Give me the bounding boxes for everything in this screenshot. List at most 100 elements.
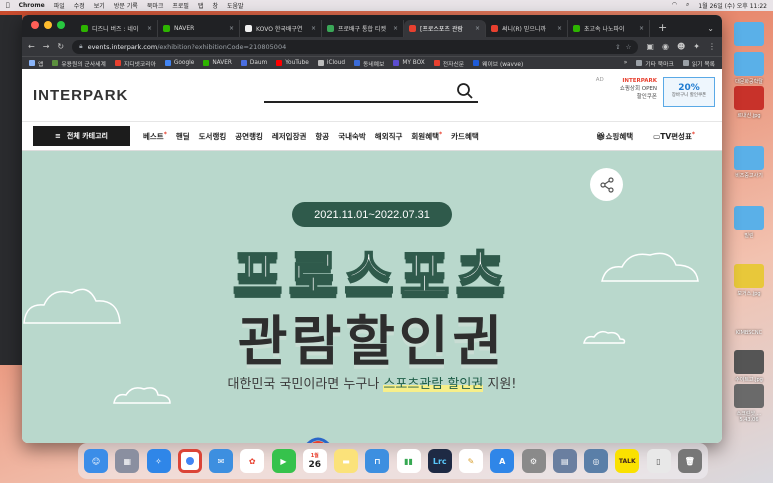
desktop-item[interactable]: 비즈중고사기: [727, 146, 771, 179]
nav-item[interactable]: 도서랭킹: [199, 131, 227, 142]
wifi-icon[interactable]: ◠: [672, 1, 677, 10]
bookmark-other-folder[interactable]: 기타 북마크: [636, 59, 674, 68]
keynote-icon[interactable]: ⊓: [365, 449, 390, 473]
reload-icon[interactable]: ↻: [57, 42, 64, 51]
facetime-icon[interactable]: ▶: [271, 449, 296, 473]
close-tab-icon[interactable]: ×: [147, 25, 152, 32]
tab-search-icon[interactable]: ⌄: [699, 24, 722, 37]
numbers-icon[interactable]: ▮▮: [396, 449, 421, 473]
bookmark-item[interactable]: NAVER: [203, 59, 232, 68]
browser-tab[interactable]: KOVO 한국배구연 ×: [240, 20, 322, 37]
bookmark-item[interactable]: Daum: [240, 59, 267, 68]
menu-tab[interactable]: 탭: [198, 1, 204, 10]
nav-item[interactable]: 핸딜: [176, 131, 190, 142]
bookmark-item[interactable]: 유용원의 군사세계: [52, 59, 106, 68]
close-tab-icon[interactable]: ×: [311, 25, 316, 32]
nav-item[interactable]: 베스트*: [143, 131, 167, 142]
menu-window[interactable]: 창: [212, 1, 218, 10]
forward-icon[interactable]: →: [43, 42, 50, 51]
lightroom-icon[interactable]: Lrc: [427, 449, 452, 473]
bookmark-star-icon[interactable]: ☆: [626, 43, 632, 51]
menu-history[interactable]: 방문 기록: [114, 1, 138, 10]
menu-view[interactable]: 보기: [94, 1, 105, 10]
bookmarks-more[interactable]: »: [624, 60, 628, 66]
address-bar[interactable]: 🔒︎ events.interpark.com/exhibition?exhib…: [72, 39, 639, 54]
new-tab-button[interactable]: +: [650, 21, 675, 37]
desktop-item[interactable]: 르내신.jpg: [727, 86, 771, 119]
site-search-input[interactable]: [264, 81, 478, 103]
mail-icon[interactable]: ✉: [209, 449, 233, 473]
shopping-benefits-link[interactable]: 🎁︎쇼핑혜택: [596, 131, 633, 142]
browser-tab[interactable]: 써니(R) 믿으니까 ×: [486, 20, 568, 37]
bookmark-item[interactable]: MY BOX: [393, 59, 425, 68]
nav-item[interactable]: 공연랭킹: [235, 131, 263, 142]
bookmark-item[interactable]: 동네예보: [354, 59, 384, 68]
browser-tab[interactable]: 프로배구 통합 티켓 ×: [322, 20, 404, 37]
desktop-item[interactable]: 대문화공학탈: [727, 52, 771, 85]
menubar-app-name[interactable]: Chrome: [19, 2, 45, 9]
back-icon[interactable]: ←: [28, 42, 35, 51]
clock[interactable]: 1월 26일 (수) 오후 11:22: [698, 1, 767, 10]
extension-icon[interactable]: ◉: [662, 42, 669, 51]
apple-icon[interactable]: : [6, 2, 10, 9]
share-page-icon[interactable]: ⇪: [615, 43, 620, 51]
menu-bookmarks[interactable]: 북마크: [147, 1, 164, 10]
chrome-icon[interactable]: [177, 449, 202, 473]
desktop-item[interactable]: 빌린: [727, 206, 771, 239]
pages-icon[interactable]: ✎: [459, 449, 483, 473]
bookmark-item[interactable]: 전자신문: [433, 59, 464, 68]
profile-avatar-icon[interactable]: ☻: [677, 42, 685, 51]
interpark-logo[interactable]: INTERPARK: [33, 87, 128, 104]
close-window-icon[interactable]: [31, 21, 39, 29]
trash-icon[interactable]: 🗑︎: [677, 449, 702, 473]
extension-icon[interactable]: ▣: [646, 42, 654, 51]
menu-kebab-icon[interactable]: ⋮: [708, 42, 716, 51]
bookmark-item[interactable]: 앱: [29, 59, 43, 68]
document-icon[interactable]: ▯: [646, 449, 671, 473]
browser-tab[interactable]: NAVER ×: [158, 20, 240, 37]
close-tab-icon[interactable]: ×: [393, 25, 398, 32]
ad-banner[interactable]: AD INTERPARK 쇼핑상회 OPEN 할인쿠폰 20% 장바구니 할인쿠…: [596, 77, 715, 107]
browser-tab[interactable]: 디즈니 버즈 : 네이 ×: [76, 20, 158, 37]
nav-item[interactable]: 항공: [315, 131, 329, 142]
desktop-item[interactable]: [727, 22, 771, 48]
bookmark-item[interactable]: 지디넷코리아: [114, 59, 156, 68]
nav-item[interactable]: 카드혜택: [451, 131, 479, 142]
all-categories-button[interactable]: ≡ 전체 카테고리: [33, 126, 130, 146]
preview-icon[interactable]: ▤: [552, 449, 577, 473]
search-icon[interactable]: [456, 82, 474, 100]
bookmark-item[interactable]: YouTube: [276, 59, 309, 68]
bookmark-item[interactable]: Google: [164, 59, 194, 68]
kakaotalk-icon[interactable]: TALK: [615, 449, 640, 473]
desktop-item[interactable]: 모거스.jpg: [727, 264, 771, 297]
close-tab-icon[interactable]: ×: [229, 25, 234, 32]
photos-icon[interactable]: ✿: [240, 449, 265, 473]
calendar-icon[interactable]: 1월 26: [302, 449, 327, 473]
share-button[interactable]: [590, 168, 623, 201]
nav-item[interactable]: 해외직구: [375, 131, 403, 142]
zoom-window-icon[interactable]: [57, 21, 65, 29]
search-icon[interactable]: ⌕: [686, 1, 689, 10]
notes-icon[interactable]: ▬: [334, 449, 358, 473]
reading-list[interactable]: 읽기 목록: [682, 59, 715, 68]
browser-tab[interactable]: 초고속 나노파이 ×: [568, 20, 650, 37]
close-tab-icon[interactable]: ×: [475, 25, 480, 32]
finder-icon[interactable]: ☺: [84, 449, 108, 473]
nav-item[interactable]: 레저입장권: [272, 131, 307, 142]
tv-schedule-link[interactable]: ▭TV편성표*: [653, 131, 695, 142]
desktop-item[interactable]: 스크린샷 ... 5.43.06: [727, 384, 771, 423]
bookmark-item[interactable]: iCloud: [317, 59, 345, 68]
close-tab-icon[interactable]: ×: [639, 25, 644, 32]
menu-edit[interactable]: 수정: [74, 1, 85, 10]
desktop-item[interactable]: 수이트고.jpg: [727, 350, 771, 383]
menu-profile[interactable]: 프로필: [172, 1, 189, 10]
desktop-item[interactable]: KIMBSCNC: [727, 330, 771, 336]
safari-icon[interactable]: ✧: [146, 449, 171, 473]
nav-item[interactable]: 회원혜택*: [411, 131, 442, 142]
system-preferences-icon[interactable]: ⚙: [521, 449, 546, 473]
puzzle-extensions-icon[interactable]: ✦: [693, 42, 700, 51]
bookmark-item[interactable]: 웨이브 (wavve): [473, 59, 523, 68]
close-tab-icon[interactable]: ×: [557, 25, 562, 32]
browser-tab[interactable]: [프로스포츠 관람 ×: [404, 20, 486, 37]
launchpad-icon[interactable]: ▦: [115, 449, 140, 473]
